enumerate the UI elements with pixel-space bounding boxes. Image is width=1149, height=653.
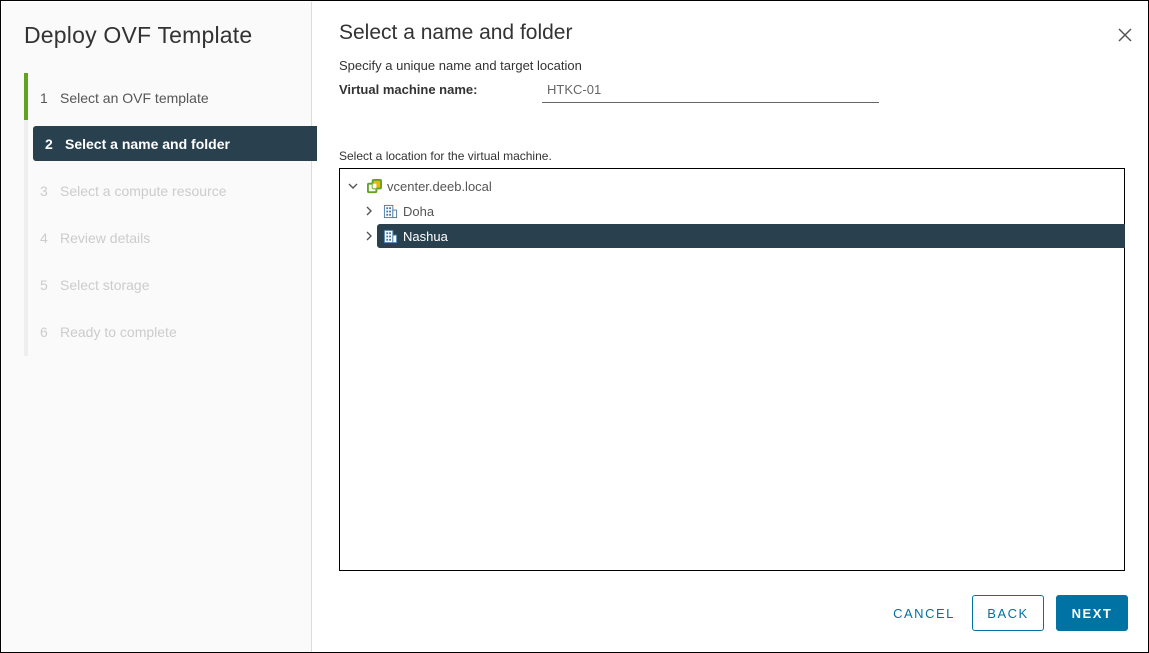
close-button[interactable] <box>1115 25 1135 45</box>
close-icon <box>1118 28 1132 42</box>
step-label: Select a compute resource <box>60 182 227 199</box>
step-number: 3 <box>40 182 48 199</box>
datacenter-icon <box>383 229 398 243</box>
back-button[interactable]: BACK <box>972 595 1044 631</box>
chevron-right-icon[interactable] <box>363 230 375 242</box>
step-label: Select storage <box>60 276 150 293</box>
wizard-sidebar: Deploy OVF Template 1 Select an OVF temp… <box>2 2 317 652</box>
step-number: 2 <box>45 135 53 152</box>
step-label: Select a name and folder <box>65 135 230 152</box>
tree-node-vcenter[interactable]: vcenter.deeb.local <box>347 174 492 198</box>
step-ready-to-complete: 6 Ready to complete <box>28 314 308 349</box>
step-label: Select an OVF template <box>60 89 209 106</box>
location-label: Select a location for the virtual machin… <box>339 149 552 163</box>
vcenter-icon <box>367 178 382 193</box>
cancel-button[interactable]: CANCEL <box>885 595 963 631</box>
step-number: 4 <box>40 229 48 246</box>
wizard-steps: 1 Select an OVF template 2 Select a name… <box>24 73 317 356</box>
step-select-compute-resource: 3 Select a compute resource <box>28 173 308 208</box>
page-title: Select a name and folder <box>339 21 573 44</box>
tree-node-label: Nashua <box>403 228 448 244</box>
step-number: 1 <box>40 89 48 106</box>
step-select-ovf-template[interactable]: 1 Select an OVF template <box>28 80 308 115</box>
tree-node-label: vcenter.deeb.local <box>387 178 492 194</box>
page-subtitle: Specify a unique name and target locatio… <box>339 58 582 73</box>
step-review-details: 4 Review details <box>28 220 308 255</box>
tree-node-label: Doha <box>403 203 435 219</box>
step-select-name-folder[interactable]: 2 Select a name and folder <box>33 126 317 161</box>
step-select-storage: 5 Select storage <box>28 267 308 302</box>
next-button[interactable]: NEXT <box>1056 595 1128 631</box>
datacenter-icon <box>383 204 398 218</box>
deploy-ovf-dialog: Deploy OVF Template 1 Select an OVF temp… <box>0 0 1149 653</box>
vm-name-label: Virtual machine name: <box>339 82 478 97</box>
location-tree: vcenter.deeb.local Doha Nashua <box>339 168 1125 571</box>
step-number: 6 <box>40 323 48 340</box>
chevron-right-icon[interactable] <box>363 205 375 217</box>
tree-node-nashua[interactable]: Nashua <box>377 224 1125 248</box>
step-label: Ready to complete <box>60 323 177 340</box>
chevron-down-icon[interactable] <box>347 180 359 192</box>
tree-node-doha[interactable]: Doha <box>363 199 434 223</box>
vm-name-input[interactable] <box>542 77 879 103</box>
step-label: Review details <box>60 229 151 246</box>
wizard-title: Deploy OVF Template <box>24 22 253 48</box>
step-number: 5 <box>40 276 48 293</box>
